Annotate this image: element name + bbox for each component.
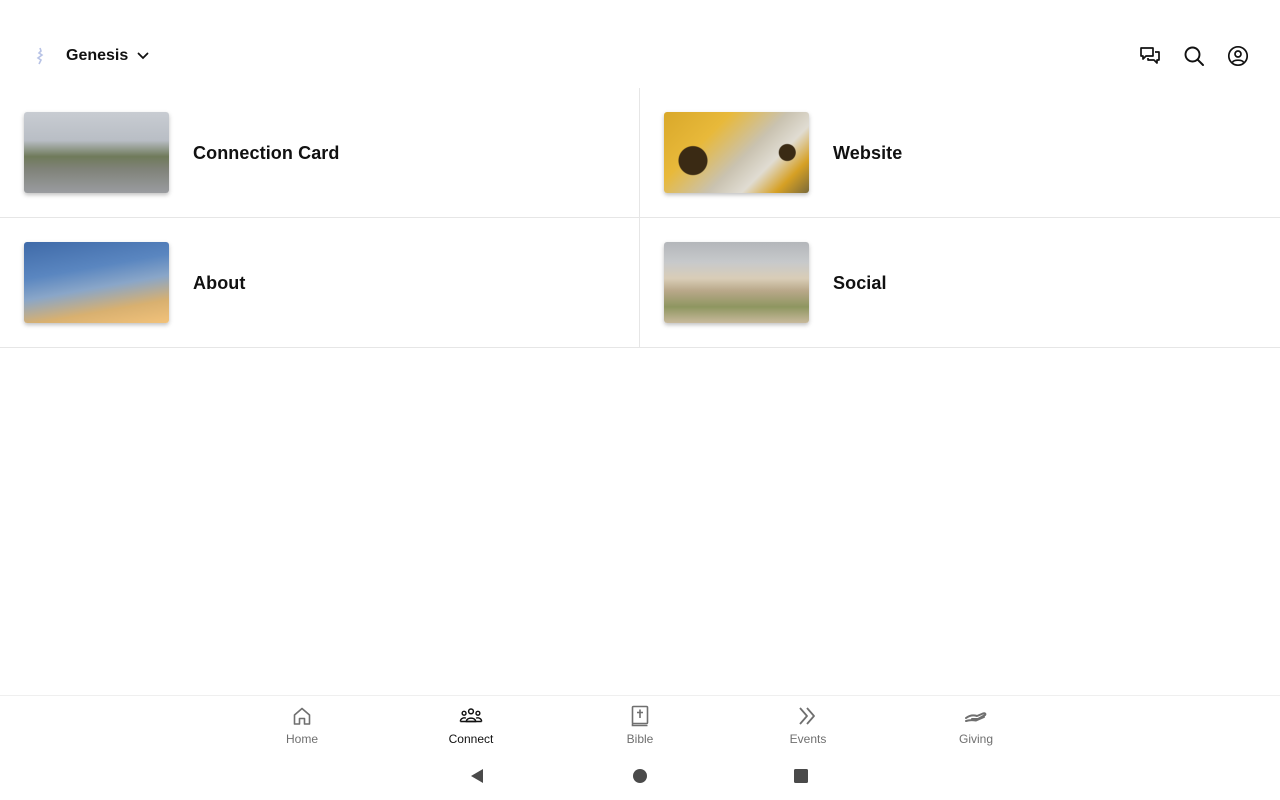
chevron-down-icon bbox=[136, 49, 150, 63]
bible-icon bbox=[628, 704, 652, 728]
nav-label: Home bbox=[285, 732, 318, 746]
nav-item-connect[interactable]: Connect bbox=[426, 704, 516, 746]
top-app-bar: Genesis bbox=[0, 0, 1280, 88]
nav-item-giving[interactable]: Giving bbox=[931, 704, 1021, 746]
people-icon bbox=[459, 704, 483, 728]
card-about[interactable]: About bbox=[0, 218, 640, 348]
dunes-beach-photo bbox=[664, 242, 809, 323]
connect-grid: Connection Card Website About Social bbox=[0, 88, 1280, 348]
church-name: Genesis bbox=[66, 47, 129, 64]
sunflowers-photo bbox=[664, 112, 809, 193]
church-logo-icon bbox=[30, 45, 52, 67]
card-label: Connection Card bbox=[193, 143, 340, 163]
home-circle-icon[interactable] bbox=[631, 767, 649, 785]
card-label: Social bbox=[833, 273, 887, 293]
home-icon bbox=[290, 704, 314, 728]
recents-square-icon[interactable] bbox=[792, 767, 810, 785]
nav-label: Connect bbox=[448, 732, 494, 746]
church-switcher[interactable]: Genesis bbox=[30, 44, 150, 68]
system-navigation-bar bbox=[0, 751, 1280, 800]
account-icon[interactable] bbox=[1226, 44, 1250, 68]
card-social[interactable]: Social bbox=[640, 218, 1280, 348]
double-chevron-icon bbox=[796, 704, 820, 728]
header-actions bbox=[1138, 44, 1250, 68]
sky-clouds-photo bbox=[24, 242, 169, 323]
bottom-navigation: Home Connect Bible Events Giving bbox=[0, 695, 1280, 751]
chat-icon[interactable] bbox=[1138, 44, 1162, 68]
card-connection-card[interactable]: Connection Card bbox=[0, 88, 640, 218]
nav-item-bible[interactable]: Bible bbox=[595, 704, 685, 746]
nav-item-events[interactable]: Events bbox=[763, 704, 853, 746]
back-icon[interactable] bbox=[468, 767, 486, 785]
card-label: About bbox=[193, 273, 246, 293]
nav-label: Giving bbox=[958, 732, 993, 746]
nav-label: Events bbox=[789, 732, 827, 746]
nav-label: Bible bbox=[626, 732, 654, 746]
nav-item-home[interactable]: Home bbox=[257, 704, 347, 746]
card-website[interactable]: Website bbox=[640, 88, 1280, 218]
search-icon[interactable] bbox=[1182, 44, 1206, 68]
street-walkers-photo bbox=[24, 112, 169, 193]
card-label: Website bbox=[833, 143, 903, 163]
giving-hand-icon bbox=[964, 704, 988, 728]
